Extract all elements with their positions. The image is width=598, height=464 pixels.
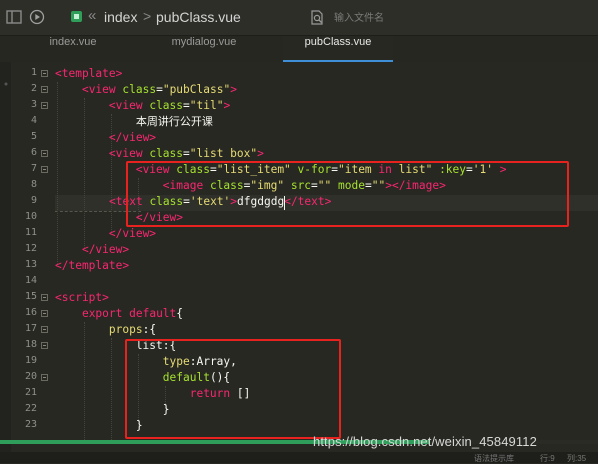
code-line: export default{	[81, 307, 184, 320]
line-number: 16	[24, 307, 37, 318]
watermark: https://blog.csdn.net/weixin_45849112	[313, 434, 537, 449]
line-number: 2	[30, 83, 37, 94]
status-row: 行:9	[540, 454, 555, 463]
file-search-icon[interactable]	[309, 10, 325, 26]
line-number: 13	[24, 259, 37, 270]
line-number: 6	[30, 147, 37, 158]
fold-toggle-icon[interactable]	[41, 294, 48, 301]
line-number: 19	[24, 355, 37, 366]
fold-toggle-icon[interactable]	[41, 166, 48, 173]
line-number-gutter: 1 2 3 4 5 6 7 8 9 10 11 12 13 14 15 16 1…	[11, 62, 37, 452]
line-number: 18	[24, 339, 37, 350]
line-number: 21	[24, 387, 37, 398]
run-icon[interactable]	[29, 9, 45, 25]
line-number: 22	[24, 403, 37, 414]
line-number: 1	[30, 67, 37, 78]
tab-bar: index.vue mydialog.vue pubClass.vue	[0, 36, 598, 62]
activity-gutter	[0, 62, 11, 452]
code-line: </view>	[108, 227, 157, 240]
tab-pubclass-vue[interactable]: pubClass.vue	[283, 36, 393, 62]
status-syntax-hint[interactable]: 语法提示库	[474, 453, 514, 464]
line-number: 5	[30, 131, 37, 142]
tab-mydialog-vue[interactable]: mydialog.vue	[149, 36, 259, 62]
fold-toggle-icon[interactable]	[41, 70, 48, 77]
fold-toggle-icon[interactable]	[41, 326, 48, 333]
line-number: 20	[24, 371, 37, 382]
line-number: 17	[24, 323, 37, 334]
code-line: </view>	[108, 131, 157, 144]
project-icon	[71, 11, 82, 22]
code-line: <view class="pubClass">	[81, 83, 237, 96]
breadcrumb-separator: >	[143, 8, 152, 24]
code-line: props:{	[108, 323, 157, 336]
status-col: 列:35	[567, 454, 587, 463]
line-number: 14	[24, 275, 37, 286]
line-number: 11	[24, 227, 37, 238]
file-search-input[interactable]	[334, 9, 474, 27]
fold-toggle-icon[interactable]	[41, 342, 48, 349]
line-number: 23	[24, 419, 37, 430]
fold-toggle-icon[interactable]	[41, 150, 48, 157]
fold-toggle-icon[interactable]	[41, 102, 48, 109]
code-line: 本周讲行公开课	[135, 115, 213, 128]
code-line: </template>	[55, 259, 130, 272]
breadcrumb-project[interactable]: index	[104, 9, 137, 25]
fold-toggle-icon[interactable]	[41, 310, 48, 317]
code-line: <script>	[55, 291, 109, 304]
fold-toggle-icon[interactable]	[41, 374, 48, 381]
line-number: 15	[24, 291, 37, 302]
line-number: 10	[24, 211, 37, 222]
line-number: 3	[30, 99, 37, 110]
code-line: </view>	[81, 243, 130, 256]
code-line: <view class="til">	[108, 99, 231, 112]
status-bar: 语法提示库 行:9 列:35	[0, 452, 598, 463]
breadcrumb-back-icon[interactable]: «	[88, 7, 96, 24]
gutter-marker-icon	[4, 82, 8, 86]
line-number: 9	[30, 195, 37, 206]
tab-index-vue[interactable]: index.vue	[20, 36, 126, 62]
highlight-box-template	[126, 161, 569, 227]
line-number: 4	[30, 115, 37, 126]
code-line: <view class="list box">	[108, 147, 264, 160]
line-number: 12	[24, 243, 37, 254]
line-number: 7	[30, 163, 37, 174]
sidebar-toggle-icon[interactable]	[6, 9, 22, 25]
line-number: 8	[30, 179, 37, 190]
top-toolbar: « index > pubClass.vue	[0, 0, 598, 36]
breadcrumb-file[interactable]: pubClass.vue	[156, 9, 241, 25]
fold-toggle-icon[interactable]	[41, 86, 48, 93]
code-line: <template>	[55, 67, 123, 80]
highlight-box-props	[125, 339, 341, 439]
